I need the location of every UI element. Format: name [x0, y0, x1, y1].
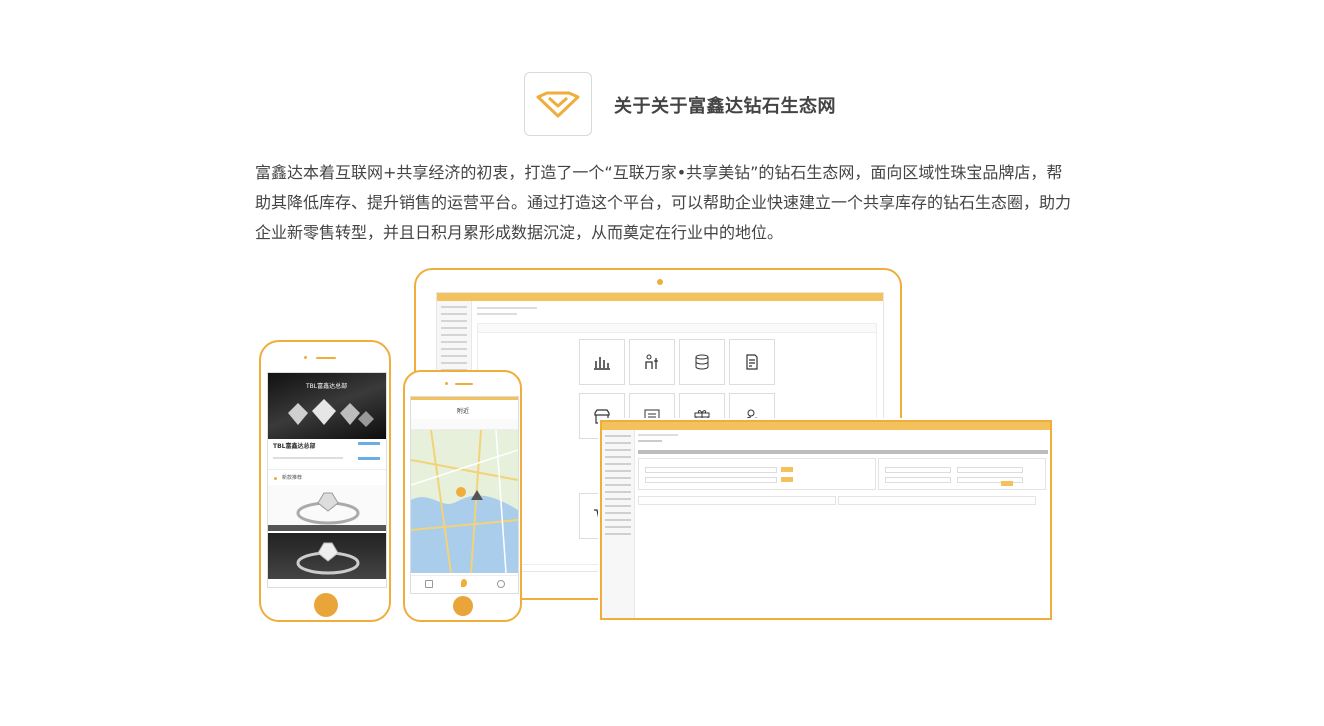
- tab-home-icon[interactable]: [425, 580, 433, 588]
- phone-left-screen: TBL富鑫达总部 TBL富鑫达总部 新款推荐: [267, 372, 387, 588]
- product-image-1[interactable]: [268, 485, 386, 529]
- banner-image: TBL富鑫达总部: [268, 373, 386, 439]
- map-filter-bar[interactable]: [411, 419, 518, 430]
- product-image-2[interactable]: [268, 533, 386, 579]
- document-icon: [746, 354, 758, 370]
- search-button[interactable]: [781, 467, 793, 472]
- laptop-top-bar: [602, 422, 1050, 430]
- people-tile[interactable]: [629, 339, 675, 385]
- phone-right-speaker: [455, 383, 473, 385]
- map-view[interactable]: [411, 429, 518, 574]
- call-button[interactable]: [358, 442, 380, 445]
- phone-right-screen: 附近: [410, 396, 519, 594]
- monitor-top-bar: [437, 293, 883, 301]
- chart-tile[interactable]: [579, 339, 625, 385]
- search-button-2[interactable]: [781, 477, 793, 482]
- tab-profile-icon[interactable]: [497, 580, 505, 588]
- filter-button[interactable]: [1001, 481, 1013, 486]
- map-illustration: [411, 429, 518, 574]
- laptop-summary-right: [838, 496, 1036, 505]
- stock-tile[interactable]: [679, 339, 725, 385]
- people-icon: [645, 354, 658, 369]
- map-page-title: 附近: [457, 408, 470, 415]
- intro-paragraph: 富鑫达本着互联网+共享经济的初衷，打造了一个“互联万家•共享美钻”的钻石生态网，…: [255, 163, 1072, 242]
- store-name: TBL富鑫达总部: [273, 443, 316, 450]
- ring-icon-2: [296, 542, 360, 575]
- laptop-sidebar: [602, 430, 635, 618]
- brand-logo: [524, 72, 592, 136]
- laptop-filter-panel: [878, 458, 1046, 490]
- laptop-mockup: [600, 420, 1052, 620]
- diamond-logo-icon: [536, 91, 580, 118]
- monitor-camera: [657, 279, 663, 285]
- section-label: 新款推荐: [282, 475, 303, 481]
- phone-right-mockup: 附近: [403, 370, 522, 622]
- ring-icon: [296, 492, 360, 525]
- bottom-tab-bar: [411, 575, 518, 593]
- phone-left-speaker: [316, 357, 336, 359]
- laptop-search-panel: [638, 458, 876, 490]
- phone-right-camera: [445, 382, 448, 385]
- document-tile[interactable]: [729, 339, 775, 385]
- banner-store-name: TBL富鑫达总部: [306, 383, 348, 390]
- laptop-summary-left: [638, 496, 836, 505]
- tab-location-icon[interactable]: [461, 579, 467, 587]
- navigate-button[interactable]: [358, 457, 380, 460]
- section-dot-icon: [274, 477, 277, 480]
- phone-left-home-button[interactable]: [314, 593, 338, 617]
- bar-chart-icon: [594, 357, 610, 370]
- phone-right-home-button[interactable]: [453, 596, 473, 616]
- phone-left-mockup: TBL富鑫达总部 TBL富鑫达总部 新款推荐: [259, 340, 391, 622]
- phone-left-camera: [304, 356, 307, 359]
- page-title: 关于关于富鑫达钻石生态网: [614, 96, 836, 117]
- database-icon: [695, 354, 709, 370]
